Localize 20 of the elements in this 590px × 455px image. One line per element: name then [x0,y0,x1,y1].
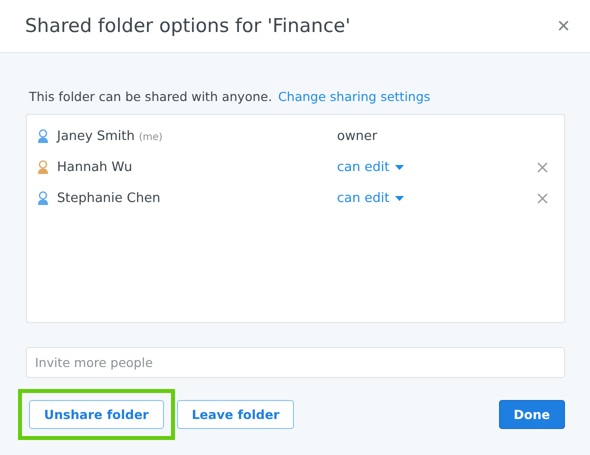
member-name: Janey Smith (me) [57,129,164,144]
invite-field[interactable]: Invite more people [26,347,565,378]
close-icon [537,162,548,173]
remove-button[interactable] [537,193,548,204]
sharing-notice: This folder can be shared with anyone. [29,89,272,104]
close-icon [537,193,548,204]
role-dropdown[interactable]: can edit [337,191,404,206]
remove-button[interactable] [537,162,548,173]
member-role: owner [337,129,378,144]
caret-icon [395,165,404,170]
folder-button[interactable]: Unshare folder [29,400,164,429]
change-settings-link[interactable]: Change sharing settings [278,89,430,104]
member-name: Stephanie Chen [57,191,162,206]
caret-icon [395,196,404,201]
done-button[interactable]: Done [498,400,565,429]
member-name: Hannah Wu [57,160,134,175]
dialog-title: Shared folder options for 'Finance' [25,15,350,37]
role-dropdown[interactable]: can edit [337,160,404,175]
close-button[interactable]: × [557,15,570,37]
folder-button[interactable]: Leave folder [176,400,294,429]
